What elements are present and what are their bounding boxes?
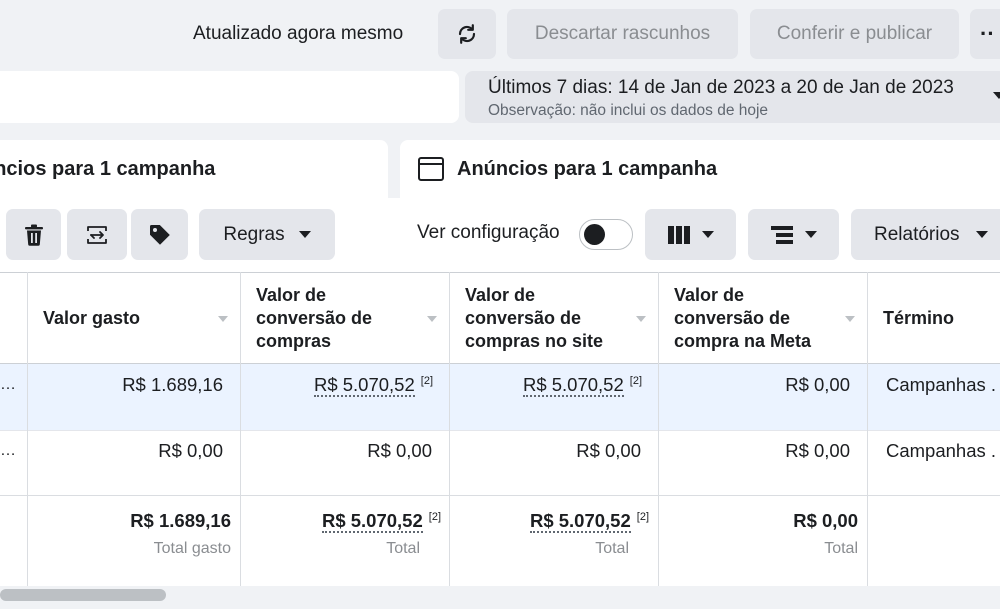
search-input[interactable] [0,71,459,123]
column-header-label: Término [883,308,955,328]
column-header-label: Valor gasto [43,308,141,328]
total-spend: R$ 1.689,16 [130,510,231,531]
cell-meta-purchase-conversion-value: R$ 0,00 [785,440,850,461]
total-purchase-conversion-value[interactable]: R$ 5.070,52 [2] [243,510,441,533]
date-range-label: Últimos 7 dias: 14 de Jan de 2023 a 20 d… [488,77,954,98]
column-header-label: Valor de conversão de compras no site [465,285,604,351]
tab-label: úncios para 1 campanha [0,157,216,180]
column-divider [658,272,659,586]
total-label: Total [824,540,858,557]
caret-down-icon [701,231,714,238]
view-config-label: Ver configuração [417,222,560,243]
cell-purchase-conversion-value[interactable]: R$ 5.070,52 [2] [243,374,433,397]
more-options-button[interactable]: ·· [970,9,1000,59]
sort-icon[interactable] [218,316,228,322]
column-header-spend[interactable]: Valor gasto [43,273,228,364]
cell-site-purchase-conversion-value: R$ 0,00 [576,440,641,461]
column-header-label: Valor de conversão de compra na Meta [674,285,812,351]
cell-purchase-conversion-value: R$ 0,00 [367,440,432,461]
column-divider [240,272,241,586]
sort-icon[interactable] [636,316,646,322]
trash-icon [24,224,43,246]
columns-icon [667,225,690,244]
row-name-truncated: … [0,442,16,459]
caret-down-icon [975,231,988,238]
tag-icon [149,224,170,245]
ad-window-icon [418,157,444,181]
caret-down-icon [298,231,311,238]
discard-drafts-button[interactable]: Descartar rascunhos [507,9,738,59]
view-config-toggle[interactable] [579,219,633,250]
date-range-picker[interactable]: Últimos 7 dias: 14 de Jan de 2023 a 20 d… [465,71,1000,123]
column-divider [449,272,450,586]
column-header-label: Valor de conversão de compras [256,285,373,351]
column-header-purchase-conversion-value[interactable]: Valor de conversão de compras [256,273,406,364]
total-site-purchase-conversion-value[interactable]: R$ 5.070,52 [2] [452,510,649,533]
total-spend-label: Total gasto [153,540,231,557]
review-publish-button[interactable]: Conferir e publicar [750,9,959,59]
column-header-end[interactable]: Término [883,273,1000,364]
column-header-meta-purchase-conversion-value[interactable]: Valor de conversão de compra na Meta [674,273,834,364]
cell-spend: R$ 1.689,16 [122,374,223,395]
breakdown-dropdown[interactable] [748,209,839,260]
duplicate-icon [87,225,107,244]
rules-dropdown[interactable]: Regras [199,209,335,260]
delete-button[interactable] [6,209,61,260]
column-divider [867,272,868,586]
refresh-icon [458,24,476,44]
tab-campaign-ads-right[interactable]: Anúncios para 1 campanha [400,140,1000,198]
cell-meta-purchase-conversion-value: R$ 0,00 [785,374,850,395]
cell-site-purchase-conversion-value[interactable]: R$ 5.070,52 [2] [452,374,642,397]
cell-end: Campanhas . [886,374,997,395]
tab-label: Anúncios para 1 campanha [457,157,718,180]
duplicate-button[interactable] [67,209,127,260]
caret-down-icon [804,231,817,238]
refresh-button[interactable] [438,9,496,59]
breakdown-icon [770,225,793,244]
reports-dropdown[interactable]: Relatórios [851,209,1000,260]
reports-label: Relatórios [874,223,960,245]
toggle-knob [584,224,605,245]
total-label: Total [595,540,629,557]
chevron-down-icon [993,92,1000,99]
update-status: Atualizado agora mesmo [193,23,404,44]
cell-end: Campanhas . [886,440,997,461]
total-meta-purchase-conversion-value: R$ 0,00 [793,510,858,531]
total-label: Total [386,540,420,557]
date-range-note: Observação: não inclui os dados de hoje [488,102,769,119]
tab-campaign-ads-left[interactable]: úncios para 1 campanha [0,140,388,198]
column-divider [27,272,28,586]
rules-label: Regras [223,223,285,245]
row-name-truncated: … [0,376,16,393]
cell-spend: R$ 0,00 [158,440,223,461]
columns-dropdown[interactable] [645,209,736,260]
column-header-site-purchase-conversion-value[interactable]: Valor de conversão de compras no site [465,273,625,364]
tag-button[interactable] [131,209,188,260]
sort-icon[interactable] [427,316,437,322]
horizontal-scrollbar[interactable] [0,589,166,601]
sort-icon[interactable] [845,316,855,322]
